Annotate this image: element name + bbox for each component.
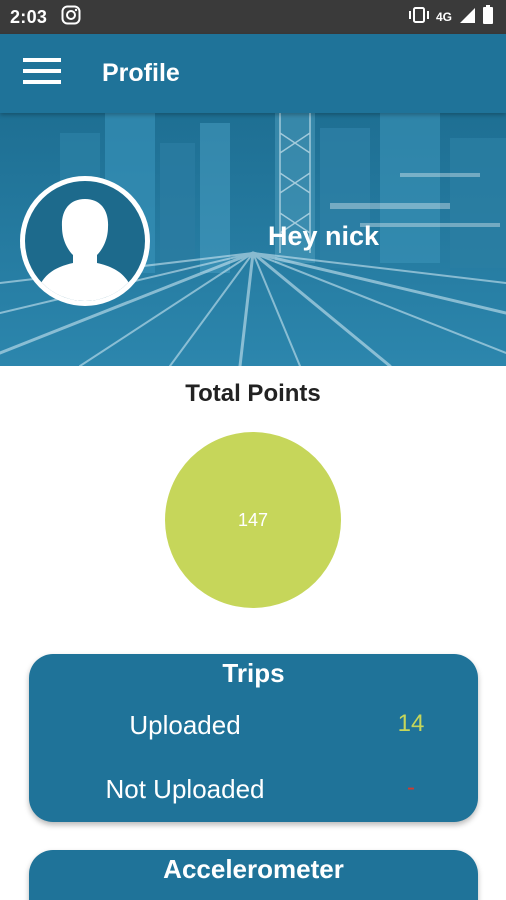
app-bar: Profile: [0, 34, 506, 113]
trips-title: Trips: [222, 658, 285, 688]
trips-card: Trips Uploaded 14 Not Uploaded -: [29, 654, 478, 822]
uploaded-label: Uploaded: [129, 710, 241, 740]
accelerometer-card: Accelerometer: [29, 850, 478, 900]
menu-button[interactable]: [12, 44, 72, 104]
total-points-title: Total Points: [185, 380, 321, 407]
page-title: Profile: [102, 59, 180, 87]
status-bar: 2:03 4G: [0, 0, 506, 34]
battery-icon: [482, 4, 494, 30]
not-uploaded-label: Not Uploaded: [105, 774, 265, 804]
uploaded-value: 14: [397, 710, 425, 737]
greeting-text: Hey nick: [268, 221, 380, 251]
accelerometer-title: Accelerometer: [163, 854, 344, 884]
network-type: 4G: [435, 10, 452, 24]
not-uploaded-value: -: [407, 774, 415, 801]
user-silhouette-icon: [35, 199, 135, 301]
avatar[interactable]: [20, 176, 150, 306]
total-points-value: 147: [237, 509, 269, 530]
signal-icon: [458, 6, 476, 29]
vibrate-icon: [408, 6, 430, 29]
profile-banner: Hey nick: [0, 113, 506, 366]
trips-row-not-uploaded: Not Uploaded -: [29, 774, 478, 814]
total-points-circle: 147: [165, 432, 341, 608]
instagram-icon: [61, 5, 81, 30]
status-time: 2:03: [10, 6, 48, 27]
hamburger-menu-icon: [23, 57, 61, 90]
trips-row-uploaded: Uploaded 14: [29, 710, 478, 750]
